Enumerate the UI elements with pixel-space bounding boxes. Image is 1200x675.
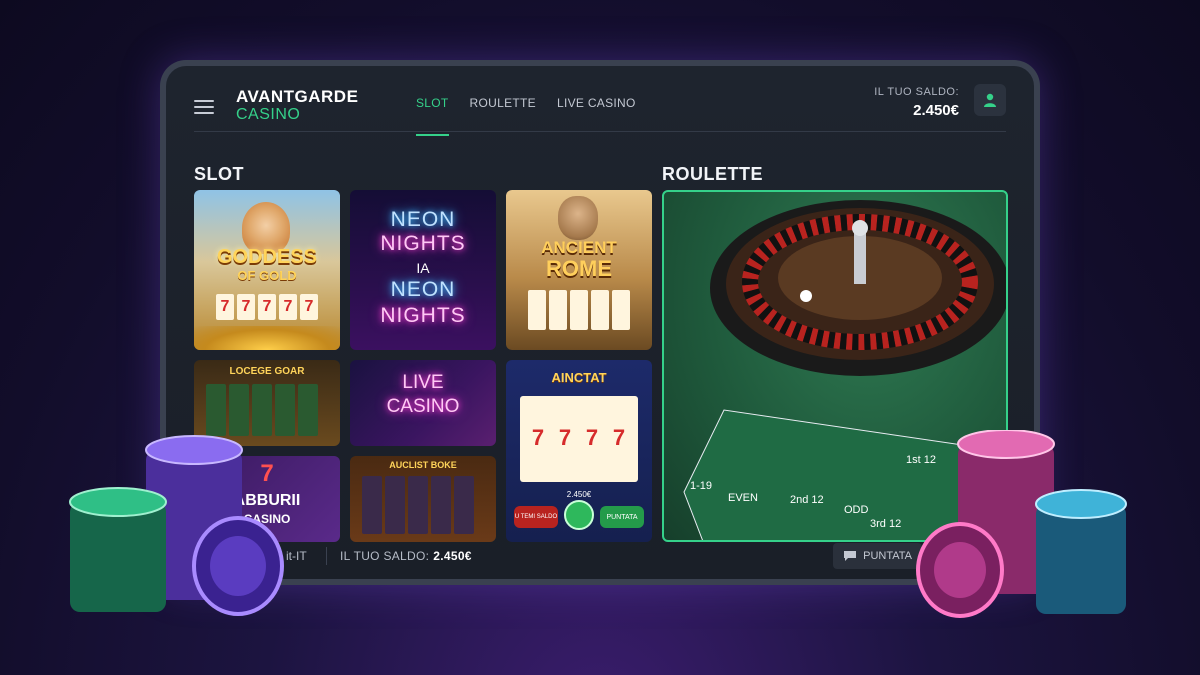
right-chip-stacks (916, 430, 1127, 618)
table-label-3rd-12: 3rd 12 (870, 518, 902, 530)
slot-reels: 7 7 7 7 7 (216, 294, 318, 320)
reel-symbol: 7 (526, 424, 550, 452)
nav-slot[interactable]: SLOT (416, 96, 449, 136)
slot-title-line2: CASINO (386, 396, 460, 417)
spin-button[interactable] (564, 500, 594, 530)
header-divider (194, 131, 1006, 132)
teal-chip-stack (1035, 489, 1127, 614)
gold-coins-art (194, 326, 340, 350)
slot-title-line5: NIGHTS (380, 304, 466, 327)
menu-icon[interactable] (194, 100, 214, 114)
machine-right-button[interactable]: PUNTATA (600, 506, 644, 528)
table-label-1-19: 1-19 (690, 480, 713, 492)
reel-symbol: 7 (279, 294, 297, 320)
table-label-odd: ODD (844, 504, 869, 516)
footer-divider (326, 547, 327, 565)
balance-value: 2.450€ (913, 102, 959, 119)
top-bar: AVANTGARDE CASINO SLOT ROULETTE LIVE CAS… (166, 66, 1034, 138)
user-icon (984, 93, 996, 107)
reel-symbol: 7 (607, 424, 631, 452)
slot-title-line1: ANCIENT (541, 238, 617, 257)
reel-symbol: 7 (237, 294, 255, 320)
slot-reels (528, 290, 630, 330)
slot-title-line1: AINCTAT (551, 370, 607, 385)
reel-symbol: 7 (258, 294, 276, 320)
reel-symbol: 7 (553, 424, 577, 452)
emperor-art (558, 196, 598, 240)
slot-tile-slot-machine[interactable]: AINCTAT 7 7 7 7 2.450€ U TEMI SALDO PUNT… (506, 360, 652, 542)
slot-title-line3: IA (416, 260, 430, 276)
slot-title-line2: ROME (546, 256, 612, 281)
slot-reels (362, 476, 474, 534)
table-label-even: EVEN (728, 492, 758, 504)
slot-tile-auclist-boke[interactable]: AUCLIST BOKE (350, 456, 496, 542)
roulette-section-title: ROULETTE (662, 164, 763, 184)
slot-section-title: SLOT (194, 164, 244, 184)
slot-title-line1: LOCEGE GOAR (229, 366, 305, 377)
balance-label: IL TUO SALDO: (874, 86, 959, 98)
main-nav: SLOT ROULETTE LIVE CASINO (416, 96, 636, 136)
table-label-2nd-12: 2nd 12 (790, 494, 824, 506)
slot-tile-goddess-of-gold[interactable]: GODDESS OF GOLD 7 7 7 7 7 (194, 190, 340, 350)
slot-tile-neon-nights[interactable]: NEON NIGHTS IA NEON NIGHTS (350, 190, 496, 350)
machine-balance: 2.450€ (566, 490, 592, 499)
slot-reels (206, 384, 318, 436)
slot-title-line1: GODDESS (216, 246, 318, 268)
chat-bubble-icon (844, 551, 857, 561)
machine-left-button[interactable]: U TEMI SALDO (514, 506, 558, 528)
green-chip-stack (69, 487, 167, 612)
reel-symbol: 7 (216, 294, 234, 320)
bet-button[interactable]: PUNTATA (833, 543, 922, 569)
footer-balance: IL TUO SALDO: 2.450€ (340, 549, 472, 563)
slot-title-line4: NEON (390, 278, 456, 301)
bet-label: PUNTATA (863, 550, 912, 562)
footer-balance-value: 2.450€ (433, 549, 472, 563)
brand-subtitle: CASINO (236, 106, 301, 123)
reel-symbol: 7 (580, 424, 604, 452)
footer-balance-label: IL TUO SALDO: (340, 549, 430, 563)
nav-roulette[interactable]: ROULETTE (470, 96, 536, 136)
slot-tile-live-casino[interactable]: LIVE CASINO (350, 360, 496, 446)
brand-name: AVANTGARDE (236, 87, 359, 106)
brand-logo[interactable]: AVANTGARDE CASINO (236, 88, 358, 124)
slot-reels: 7 7 7 7 (526, 424, 631, 452)
slot-title-line1: LIVE (402, 372, 444, 393)
slot-title-line1: NEON (390, 208, 456, 231)
reels-window: 7 7 7 7 (520, 396, 638, 482)
single-purple-chip (192, 516, 284, 616)
slot-tile-ancient-rome[interactable]: ANCIENT ROME (506, 190, 652, 350)
reel-symbol: 7 (300, 294, 318, 320)
single-pink-chip (916, 522, 1004, 618)
slot-title-line2: OF GOLD (237, 268, 297, 283)
balance-display: IL TUO SALDO: 2.450€ (874, 86, 959, 119)
slot-title-line1: AUCLIST BOKE (389, 460, 457, 470)
left-chip-stacks (69, 435, 284, 616)
nav-live-casino[interactable]: LIVE CASINO (557, 96, 636, 136)
slot-title-line2: NIGHTS (380, 232, 466, 255)
user-account-button[interactable] (974, 84, 1006, 116)
